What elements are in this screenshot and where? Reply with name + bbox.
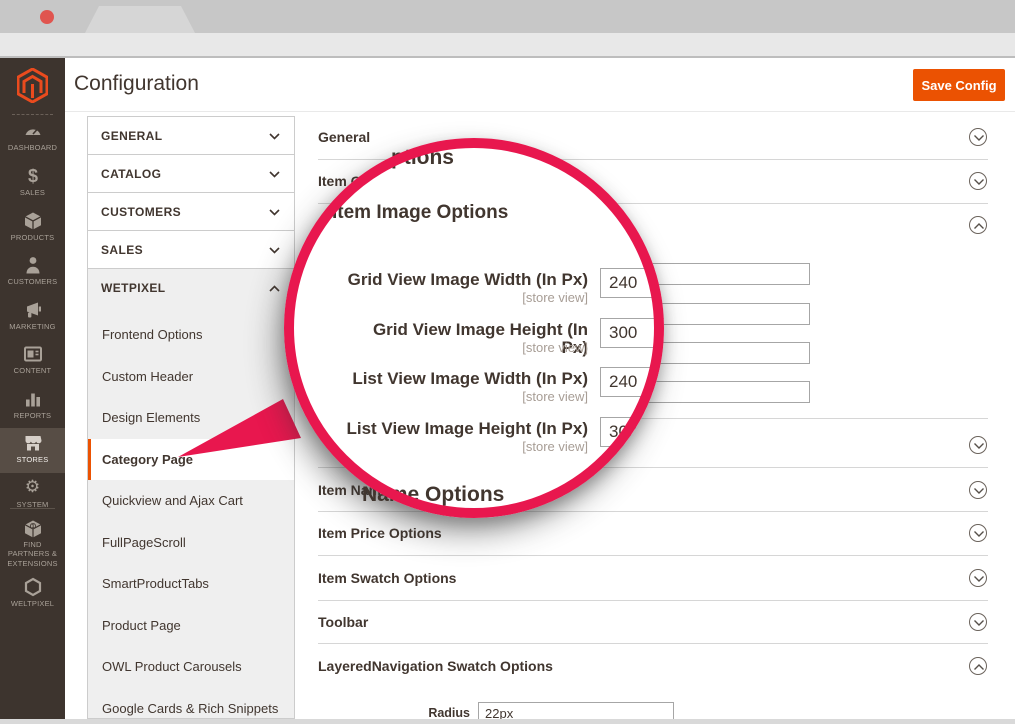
divider bbox=[318, 643, 988, 644]
collapse-layerednavigation-icon[interactable] bbox=[969, 657, 987, 675]
magento-logo-icon[interactable] bbox=[17, 68, 48, 103]
subnav-owl-product-carousels[interactable]: OWL Product Carousels bbox=[88, 646, 294, 687]
config-tab-sales[interactable]: SALES bbox=[87, 230, 295, 269]
chevron-down-icon bbox=[269, 133, 280, 140]
magnified-text-fragment-bottom: Name Options bbox=[362, 483, 504, 507]
content-icon bbox=[23, 344, 43, 364]
divider bbox=[318, 600, 988, 601]
config-tab-wetpixel[interactable]: WETPIXEL bbox=[87, 268, 295, 307]
sidebar-item-products[interactable]: PRODUCTS bbox=[0, 206, 65, 251]
expand-general-icon[interactable] bbox=[969, 128, 987, 146]
dashboard-icon bbox=[23, 121, 43, 141]
magnifier-pointer-icon bbox=[170, 390, 310, 465]
products-icon bbox=[23, 211, 43, 231]
weltpixel-icon bbox=[23, 577, 43, 597]
browser-title-bar bbox=[0, 0, 1015, 33]
magnified-list-view-image-height-input[interactable] bbox=[600, 417, 664, 447]
expand-item-name-options-icon[interactable] bbox=[969, 481, 987, 499]
subnav-quickview-ajax-cart[interactable]: Quickview and Ajax Cart bbox=[88, 480, 294, 521]
expand-section-icon[interactable] bbox=[969, 436, 987, 454]
magnified-field-label: List View Image Height (In Px) bbox=[344, 420, 588, 438]
magnifier-circle: Item Image Options Grid View Image Width… bbox=[284, 138, 664, 518]
sidebar-item-weltpixel[interactable]: WELTPIXEL bbox=[0, 572, 65, 617]
magnified-grid-view-image-height-input[interactable] bbox=[600, 318, 664, 348]
expand-item-swatch-options-icon[interactable] bbox=[969, 569, 987, 587]
section-item-price-options: Item Price Options bbox=[318, 524, 442, 542]
expand-item-price-options-icon[interactable] bbox=[969, 524, 987, 542]
sidebar-item-content[interactable]: CONTENT bbox=[0, 339, 65, 384]
subnav-product-page[interactable]: Product Page bbox=[88, 605, 294, 646]
section-toolbar: Toolbar bbox=[318, 613, 368, 631]
browser-tab[interactable] bbox=[85, 6, 195, 33]
chevron-down-icon bbox=[269, 171, 280, 178]
partners-icon: 1 bbox=[23, 519, 43, 539]
sidebar-item-marketing[interactable]: MARKETING bbox=[0, 295, 65, 340]
subnav-smartproducttabs[interactable]: SmartProductTabs bbox=[88, 563, 294, 604]
save-config-button[interactable]: Save Config bbox=[913, 69, 1005, 101]
divider bbox=[318, 511, 988, 512]
magnified-list-view-image-width-input[interactable] bbox=[600, 367, 664, 397]
window-bottom-edge bbox=[0, 719, 1015, 724]
magnified-field-label: Grid View Image Width (In Px) bbox=[344, 271, 588, 289]
browser-toolbar bbox=[0, 33, 1015, 58]
magnified-field-label: List View Image Width (In Px) bbox=[344, 370, 588, 388]
magnified-field-scope: [store view] bbox=[344, 439, 588, 454]
sidebar-item-reports[interactable]: REPORTS bbox=[0, 384, 65, 429]
section-layerednavigation-swatch-options: LayeredNavigation Swatch Options bbox=[318, 657, 553, 675]
config-tab-customers[interactable]: CUSTOMERS bbox=[87, 192, 295, 231]
svg-text:1: 1 bbox=[31, 524, 34, 530]
page-title: Configuration bbox=[74, 72, 199, 96]
section-general: General bbox=[318, 128, 370, 146]
magnified-field-scope: [store view] bbox=[344, 389, 588, 404]
subnav-frontend-options[interactable]: Frontend Options bbox=[88, 314, 294, 355]
magnified-text-fragment-top: ptions bbox=[391, 146, 454, 170]
chevron-up-icon bbox=[269, 285, 280, 292]
marketing-icon bbox=[23, 300, 43, 320]
subnav-fullpagescroll[interactable]: FullPageScroll bbox=[88, 522, 294, 563]
admin-header: Configuration Save Config bbox=[65, 58, 1015, 112]
magnified-field-scope: [store view] bbox=[344, 290, 588, 305]
collapse-item-image-options-icon[interactable] bbox=[969, 216, 987, 234]
expand-toolbar-icon[interactable] bbox=[969, 613, 987, 631]
config-tab-catalog[interactable]: CATALOG bbox=[87, 154, 295, 193]
reports-icon bbox=[23, 389, 43, 409]
sidebar-item-dashboard[interactable]: DASHBOARD bbox=[0, 116, 65, 161]
admin-sidebar: DASHBOARD $ SALES PRODUCTS CUSTOMERS MAR… bbox=[0, 58, 65, 719]
sidebar-item-sales[interactable]: $ SALES bbox=[0, 161, 65, 206]
chevron-down-icon bbox=[269, 247, 280, 254]
sidebar-item-stores[interactable]: STORES bbox=[0, 428, 65, 473]
wetpixel-subnav: Frontend Options Custom Header Design El… bbox=[87, 306, 295, 719]
expand-item-options-icon[interactable] bbox=[969, 172, 987, 190]
config-tab-general[interactable]: GENERAL bbox=[87, 116, 295, 155]
divider bbox=[318, 555, 988, 556]
sales-icon: $ bbox=[23, 166, 43, 186]
magnified-grid-view-image-width-input[interactable] bbox=[600, 268, 664, 298]
svg-text:$: $ bbox=[27, 166, 37, 186]
magnified-field-scope: [store view] bbox=[344, 340, 588, 355]
sidebar-item-customers[interactable]: CUSTOMERS bbox=[0, 250, 65, 295]
sidebar-item-system[interactable]: ⚙ SYSTEM bbox=[0, 473, 65, 518]
system-gear-icon: ⚙ bbox=[25, 478, 40, 495]
field-label-radius: Radius bbox=[320, 706, 470, 720]
screenshot-stage: Configuration Save Config DASHBOARD $ SA… bbox=[0, 0, 1015, 724]
stores-icon bbox=[23, 433, 43, 453]
section-item-swatch-options: Item Swatch Options bbox=[318, 569, 456, 587]
customers-icon bbox=[23, 255, 43, 275]
close-window-icon[interactable] bbox=[40, 10, 54, 24]
sidebar-item-find-partners[interactable]: 1 FIND PARTNERS & EXTENSIONS bbox=[0, 514, 65, 570]
magnified-section-title: Item Image Options bbox=[332, 202, 508, 224]
sidebar-divider bbox=[12, 114, 53, 115]
sidebar-divider bbox=[10, 508, 55, 509]
chevron-down-icon bbox=[269, 209, 280, 216]
